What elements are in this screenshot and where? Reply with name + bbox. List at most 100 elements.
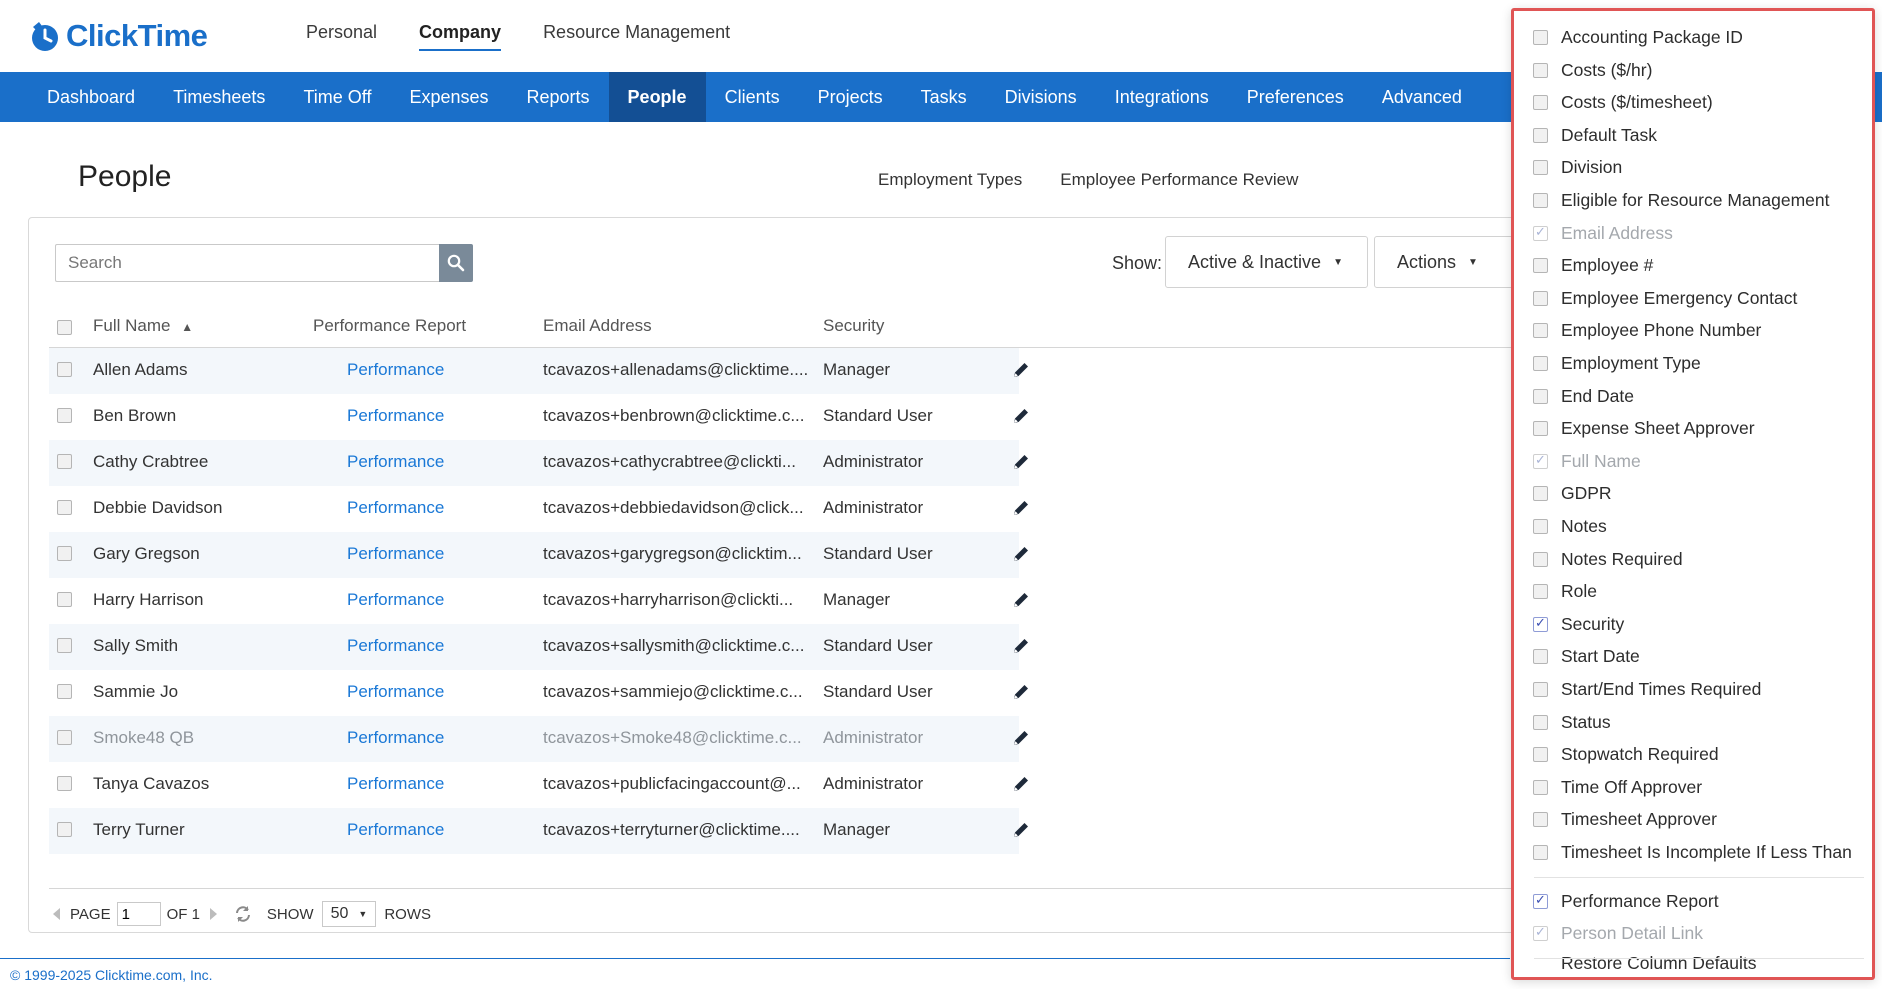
column-option[interactable]: End Date	[1514, 380, 1872, 412]
column-option-checkbox[interactable]	[1533, 779, 1548, 795]
nav-tasks[interactable]: Tasks	[902, 72, 986, 122]
column-option-checkbox[interactable]	[1533, 682, 1548, 697]
edit-pencil-icon[interactable]	[1011, 774, 1033, 796]
performance-link[interactable]: Performance	[347, 636, 444, 656]
column-option[interactable]: GDPR	[1514, 477, 1872, 509]
link-employment-types[interactable]: Employment Types	[878, 170, 1022, 190]
topnav-resource-management[interactable]: Resource Management	[543, 22, 730, 51]
column-option-checkbox[interactable]	[1533, 845, 1548, 860]
column-option-checkbox[interactable]	[1533, 127, 1548, 143]
edit-pencil-icon[interactable]	[1011, 820, 1033, 842]
nav-divisions[interactable]: Divisions	[986, 72, 1096, 122]
row-checkbox[interactable]	[57, 730, 72, 745]
rows-per-page-select[interactable]: 50 ▼	[321, 901, 377, 927]
edit-pencil-icon[interactable]	[1011, 590, 1033, 612]
nav-clients[interactable]: Clients	[706, 72, 799, 122]
row-checkbox[interactable]	[57, 638, 72, 653]
column-option[interactable]: Eligible for Resource Management	[1514, 184, 1872, 216]
column-option[interactable]: Role	[1514, 575, 1872, 607]
column-option-checkbox[interactable]	[1533, 519, 1548, 534]
column-option[interactable]: Time Off Approver	[1514, 771, 1872, 803]
row-checkbox[interactable]	[57, 408, 72, 423]
column-option-checkbox[interactable]	[1533, 388, 1548, 404]
nav-projects[interactable]: Projects	[799, 72, 902, 122]
performance-link[interactable]: Performance	[347, 590, 444, 610]
table-row[interactable]: Debbie Davidson Performance tcavazos+debbi…	[49, 486, 1028, 532]
next-page-icon[interactable]	[209, 908, 217, 920]
column-option-checkbox[interactable]	[1533, 486, 1548, 502]
topnav-company[interactable]: Company	[419, 22, 502, 51]
nav-time-off[interactable]: Time Off	[284, 72, 390, 122]
column-option[interactable]: Stopwatch Required	[1514, 738, 1872, 770]
edit-pencil-icon[interactable]	[1011, 498, 1033, 520]
select-all-checkbox[interactable]	[57, 320, 72, 335]
performance-link[interactable]: Performance	[347, 682, 444, 702]
performance-link[interactable]: Performance	[347, 406, 444, 426]
column-option[interactable]: Performance Report	[1514, 885, 1872, 917]
column-option-checkbox[interactable]	[1533, 62, 1548, 78]
table-row[interactable]: Allen Adams Performance tcavazos+allenadam…	[49, 348, 1028, 394]
column-option-checkbox[interactable]	[1533, 584, 1548, 600]
nav-advanced[interactable]: Advanced	[1363, 72, 1481, 122]
column-option[interactable]: Status	[1514, 706, 1872, 738]
col-header-email-address[interactable]: Email Address	[543, 316, 652, 336]
column-option[interactable]: Costs ($/timesheet)	[1514, 86, 1872, 118]
actions-button[interactable]: Actions ▼	[1374, 236, 1519, 288]
row-checkbox[interactable]	[57, 822, 72, 837]
column-option-checkbox[interactable]	[1533, 812, 1548, 828]
nav-timesheets[interactable]: Timesheets	[154, 72, 284, 122]
column-option[interactable]: Employee Phone Number	[1514, 314, 1872, 346]
performance-link[interactable]: Performance	[347, 544, 444, 564]
edit-pencil-icon[interactable]	[1011, 406, 1033, 428]
column-option[interactable]: Timesheet Approver	[1514, 803, 1872, 835]
nav-integrations[interactable]: Integrations	[1096, 72, 1228, 122]
column-option-checkbox[interactable]	[1533, 615, 1548, 632]
edit-pencil-icon[interactable]	[1011, 360, 1033, 382]
column-option[interactable]: Costs ($/hr)	[1514, 54, 1872, 86]
column-option[interactable]: Accounting Package ID	[1514, 21, 1872, 53]
column-option-checkbox[interactable]	[1533, 95, 1548, 111]
column-option[interactable]: Notes	[1514, 510, 1872, 542]
edit-pencil-icon[interactable]	[1011, 544, 1033, 566]
search-input[interactable]	[55, 244, 439, 282]
column-option-checkbox[interactable]	[1533, 714, 1548, 730]
performance-link[interactable]: Performance	[347, 360, 444, 380]
column-option-checkbox[interactable]	[1533, 258, 1548, 274]
row-checkbox[interactable]	[57, 776, 72, 791]
column-option-checkbox[interactable]	[1533, 30, 1548, 45]
table-row[interactable]: Terry Turner Performance tcavazos+terrytur…	[49, 808, 1028, 854]
table-row[interactable]: Harry Harrison Performance tcavazos+harryh…	[49, 578, 1028, 624]
link-employee-performance-review[interactable]: Employee Performance Review	[1060, 170, 1298, 190]
performance-link[interactable]: Performance	[347, 774, 444, 794]
nav-people[interactable]: People	[608, 72, 706, 122]
table-row[interactable]: Ben Brown Performance tcavazos+benbrown@cl…	[49, 394, 1028, 440]
nav-reports[interactable]: Reports	[508, 72, 609, 122]
column-option-checkbox[interactable]	[1533, 421, 1548, 437]
column-option[interactable]: Start/End Times Required	[1514, 673, 1872, 705]
table-row[interactable]: Cathy Crabtree Performance tcavazos+cathyc…	[49, 440, 1028, 486]
column-option-checkbox[interactable]	[1533, 747, 1548, 763]
table-row[interactable]: Sammie Jo Performance tcavazos+sammiejo@cl…	[49, 670, 1028, 716]
performance-link[interactable]: Performance	[347, 728, 444, 748]
column-option[interactable]: Default Task	[1514, 119, 1872, 151]
table-row[interactable]: Smoke48 QB Performance tcavazos+Smoke48@cl…	[49, 716, 1028, 762]
column-option[interactable]: Division	[1514, 151, 1872, 183]
column-option[interactable]: Notes Required	[1514, 543, 1872, 575]
performance-link[interactable]: Performance	[347, 820, 444, 840]
table-row[interactable]: Tanya Cavazos Performance tcavazos+publicf…	[49, 762, 1028, 808]
refresh-icon[interactable]	[233, 904, 253, 924]
row-checkbox[interactable]	[57, 592, 72, 607]
column-option[interactable]: Expense Sheet Approver	[1514, 412, 1872, 444]
table-row[interactable]: Gary Gregson Performance tcavazos+garygreg…	[49, 532, 1028, 578]
column-option-checkbox[interactable]	[1533, 323, 1548, 339]
performance-link[interactable]: Performance	[347, 498, 444, 518]
col-header-performance-report[interactable]: Performance Report	[313, 316, 466, 336]
prev-page-icon[interactable]	[53, 908, 60, 920]
column-option[interactable]: Timesheet Is Incomplete If Less Than	[1514, 836, 1872, 868]
nav-expenses[interactable]: Expenses	[390, 72, 507, 122]
row-checkbox[interactable]	[57, 500, 72, 515]
edit-pencil-icon[interactable]	[1011, 728, 1033, 750]
show-status-select[interactable]: Active & Inactive ▼	[1165, 236, 1368, 288]
nav-dashboard[interactable]: Dashboard	[28, 72, 154, 122]
performance-link[interactable]: Performance	[347, 452, 444, 472]
